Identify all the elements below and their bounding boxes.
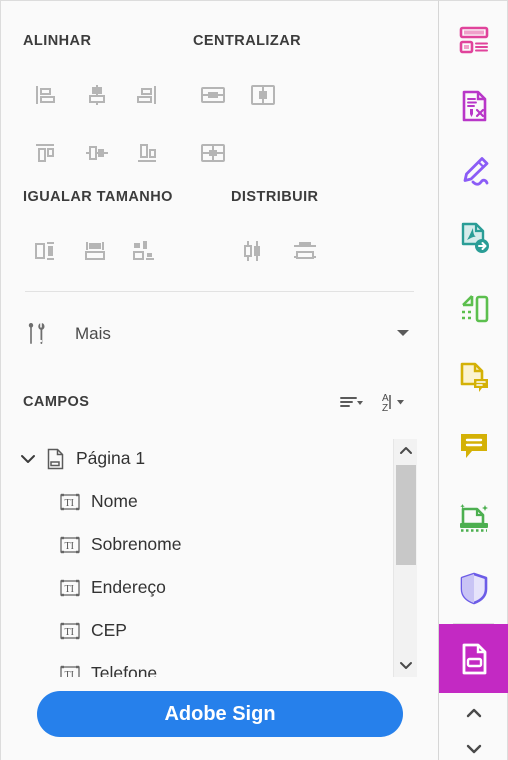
form-layout-icon [459, 26, 488, 53]
section-title-centralizar: CENTRALIZAR [193, 33, 302, 49]
document-comment-icon [460, 362, 488, 392]
align-toolbar-row-1 [1, 73, 438, 125]
match-width-icon[interactable] [73, 229, 117, 273]
align-horizontal-center-icon[interactable] [75, 131, 119, 175]
sort-order-icon[interactable] [334, 388, 368, 416]
svg-text:TI: TI [65, 670, 74, 678]
text-field-icon: TI [56, 665, 84, 678]
rail-item-send-for-signature[interactable] [439, 203, 508, 272]
tree-label-field: Nome [91, 491, 138, 511]
chevron-up-icon [466, 708, 481, 718]
svg-text:TI: TI [65, 627, 74, 638]
prepare-form-panel: ALINHAR CENTRALIZAR IGUALAR TAMANHO DIST… [0, 0, 439, 760]
center-vertically-icon[interactable] [241, 73, 285, 117]
tree-label-page: Página 1 [76, 448, 146, 468]
campos-header-row: CAMPOS A Z [1, 385, 438, 419]
section-title-alinhar: ALINHAR [23, 33, 92, 49]
tree-row-field[interactable]: TI Telefone [1, 652, 438, 677]
center-horizontally-icon[interactable] [191, 73, 235, 117]
align-left-icon[interactable] [23, 73, 67, 117]
rail-scroll-down[interactable] [439, 729, 508, 760]
rail-item-prepare-form[interactable] [439, 624, 508, 693]
align-top-icon[interactable] [23, 131, 67, 175]
align-right-icon[interactable] [125, 73, 169, 117]
svg-text:TI: TI [65, 584, 74, 595]
organize-pages-icon [461, 294, 488, 322]
chevron-down-icon[interactable] [394, 653, 418, 677]
send-pdf-icon [461, 222, 489, 253]
chevron-down-icon[interactable] [15, 453, 41, 465]
rail-item-compare-files[interactable] [439, 343, 508, 412]
tree-label-field: Endereço [91, 577, 166, 597]
comment-bubble-icon [460, 433, 487, 458]
size-distribute-toolbar [1, 229, 438, 281]
page-icon [41, 448, 69, 470]
distribute-vertical-icon[interactable] [231, 229, 275, 273]
adobe-acrobat-right-panel: ALINHAR CENTRALIZAR IGUALAR TAMANHO DIST… [0, 0, 508, 760]
fill-and-sign-icon [463, 156, 488, 186]
tree-label-field: Sobrenome [91, 534, 182, 554]
tree-label-field: CEP [91, 620, 127, 640]
rail-item-enhance-scans[interactable] [439, 483, 508, 552]
adobe-sign-button[interactable]: Adobe Sign [37, 691, 403, 737]
tree-row-page[interactable]: Página 1 [1, 437, 438, 480]
prepare-form-icon [462, 643, 486, 674]
section-title-distribuir: DISTRIBUIR [231, 189, 319, 205]
rail-item-protect[interactable] [439, 553, 508, 622]
align-bottom-icon[interactable] [125, 131, 169, 175]
text-field-icon: TI [56, 493, 84, 511]
svg-text:TI: TI [65, 541, 74, 552]
shield-icon [460, 572, 487, 604]
text-field-icon: TI [56, 622, 84, 640]
fields-scrollbar[interactable] [393, 439, 417, 677]
text-field-icon: TI [56, 536, 84, 554]
redact-document-icon [462, 90, 486, 121]
campos-label: CAMPOS [23, 394, 90, 410]
chevron-down-icon[interactable] [396, 325, 410, 343]
rail-item-comment[interactable] [439, 410, 508, 479]
sort-alphabetical-icon[interactable]: A Z [376, 388, 410, 416]
more-options-row[interactable]: Mais [1, 311, 438, 357]
rail-item-redact[interactable] [439, 71, 508, 140]
svg-text:Z: Z [382, 403, 388, 413]
distribute-horizontal-icon[interactable] [283, 229, 327, 273]
enhance-scan-icon [459, 503, 488, 532]
match-height-icon[interactable] [23, 229, 67, 273]
svg-text:TI: TI [65, 498, 74, 509]
rail-scroll-up[interactable] [439, 693, 508, 733]
align-toolbar-row-2 [1, 131, 438, 183]
adobe-sign-label: Adobe Sign [164, 702, 276, 725]
section-title-igualar-tamanho: IGUALAR TAMANHO [23, 189, 173, 205]
match-both-icon[interactable] [123, 229, 167, 273]
tools-rail [439, 0, 508, 760]
tree-row-field[interactable]: TI CEP [1, 609, 438, 652]
tools-icon [19, 319, 59, 349]
tree-row-field[interactable]: TI Endereço [1, 566, 438, 609]
center-both-icon[interactable] [191, 131, 235, 175]
more-options-label: Mais [75, 324, 111, 343]
chevron-down-icon [466, 744, 481, 754]
tree-label-field: Telefone [91, 663, 158, 677]
align-center-headers: ALINHAR CENTRALIZAR [1, 33, 438, 67]
rail-item-fill-sign[interactable] [439, 137, 508, 206]
rail-item-create-form[interactable] [439, 5, 508, 74]
tree-row-field[interactable]: TI Sobrenome [1, 523, 438, 566]
tree-row-field[interactable]: TI Nome [1, 480, 438, 523]
fields-tree: Página 1 TI Nome TI Sobrenome TI Endereç… [1, 437, 438, 677]
align-vertical-center-icon[interactable] [75, 73, 119, 117]
rail-item-organize-pages[interactable] [439, 274, 508, 343]
text-field-icon: TI [56, 579, 84, 597]
panel-divider [25, 291, 414, 292]
chevron-up-icon[interactable] [394, 439, 418, 463]
scrollbar-thumb[interactable] [396, 465, 416, 565]
